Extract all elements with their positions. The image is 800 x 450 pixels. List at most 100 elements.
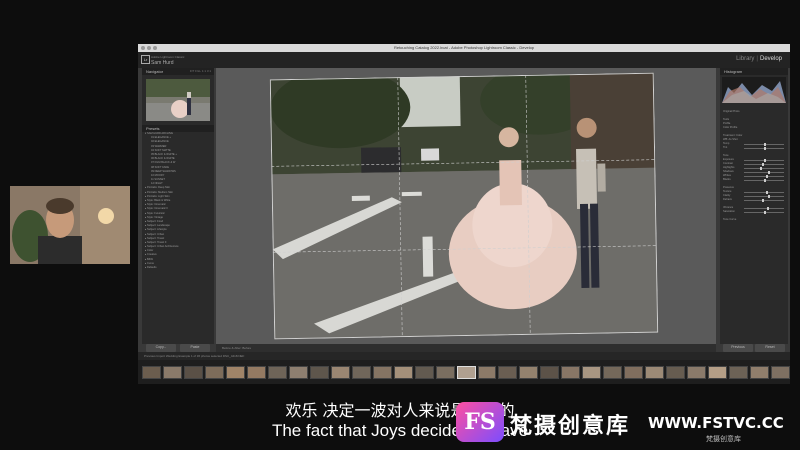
filmstrip-thumbnail[interactable] (603, 365, 623, 379)
presets-label: Presets (146, 126, 160, 131)
preset-group[interactable]: ▸ Defaults (142, 266, 214, 270)
copy-button[interactable]: Copy... (146, 344, 176, 352)
filmstrip-thumbnail[interactable] (456, 365, 476, 379)
panel-row-label: Highlights (723, 166, 735, 169)
panel-row-label: Profile (723, 122, 731, 125)
filmstrip-thumbnail[interactable] (372, 365, 392, 379)
develop-canvas[interactable] (216, 68, 716, 344)
panel-row-label: Texture (723, 190, 732, 193)
adjustment-slider[interactable] (744, 199, 784, 202)
filmstrip-header: Previous Import Wedding Example 1 of 36 … (138, 352, 790, 360)
navigator-label: Navigator (146, 69, 164, 74)
lr-logo-icon: Lr (141, 55, 150, 64)
module-separator: | (756, 56, 758, 62)
left-panel: Navigator FIT FILL 1:1 3:1 Presets ▾ SAM… (142, 68, 214, 344)
navigator-header[interactable]: Navigator FIT FILL 1:1 3:1 (142, 68, 214, 75)
adjustment-slider[interactable] (744, 195, 784, 198)
filmstrip-thumbnail[interactable] (267, 365, 287, 379)
filmstrip-thumbnail[interactable] (750, 365, 770, 379)
before-after-label[interactable]: Before & After: Before (216, 346, 251, 350)
filmstrip-thumbnail[interactable] (351, 365, 371, 379)
adjustment-slider[interactable] (744, 175, 784, 178)
main-photo[interactable] (269, 68, 659, 340)
previous-button[interactable]: Previous (723, 344, 753, 352)
filmstrip-thumbnail[interactable] (708, 365, 728, 379)
adjustment-slider[interactable] (744, 211, 784, 214)
crop-overlay[interactable] (269, 72, 659, 340)
adjustment-slider[interactable] (744, 163, 784, 166)
basic-panel-controls: Original Photo Tools Profile Color Profile T… (720, 110, 788, 222)
filmstrip-thumbnail[interactable] (330, 365, 350, 379)
panel-row-label: Tone (723, 154, 729, 157)
panel-row-label: Original Photo (723, 110, 740, 113)
panel-row-label: Clarity (723, 194, 731, 197)
filmstrip-thumbnail[interactable] (246, 365, 266, 379)
panel-row-label: Shadows (723, 170, 734, 173)
filmstrip-thumbnail[interactable] (666, 365, 686, 379)
paste-button[interactable]: Paste (180, 344, 210, 352)
left-panel-buttons: Copy... Paste (142, 344, 214, 352)
watermark-url: WWW.FSTVC.CC (648, 414, 784, 432)
adjustment-slider[interactable] (744, 147, 784, 150)
panel-row-label: Tint (723, 146, 728, 149)
panel-row-label: Vibrance (723, 206, 734, 209)
filmstrip-thumbnail[interactable] (477, 365, 497, 379)
preset-list: ▾ SAM HURD ARCHIVE 01 ELEGANCE +02 ELEGAN… (142, 132, 214, 270)
adjustment-slider[interactable] (744, 179, 784, 182)
filmstrip-thumbnail[interactable] (729, 365, 749, 379)
filmstrip-thumbnail[interactable] (225, 365, 245, 379)
filmstrip-thumbnail[interactable] (561, 365, 581, 379)
reset-button[interactable]: Reset (755, 344, 785, 352)
identity-small-text: Adobe Lightroom Classic (151, 55, 185, 59)
filmstrip[interactable] (138, 360, 791, 384)
adjustment-slider[interactable] (744, 171, 784, 174)
identity-plate: Lr Adobe Lightroom Classic Sam Hurd Libr… (138, 52, 790, 68)
filmstrip-thumbnail[interactable] (519, 365, 539, 379)
panel-row-label: Blacks (723, 178, 731, 181)
title-bar: Retouching Catalog 2022.lrcat - Adobe Ph… (138, 44, 790, 52)
presets-header[interactable]: Presets (142, 125, 214, 132)
panel-row-label: Color Profile (723, 126, 738, 129)
filmstrip-thumbnail[interactable] (204, 365, 224, 379)
filmstrip-thumbnail[interactable] (540, 365, 560, 379)
adjustment-slider[interactable] (744, 143, 784, 146)
navigator-zoom-options[interactable]: FIT FILL 1:1 3:1 (190, 68, 211, 75)
adjustment-slider[interactable] (744, 207, 784, 210)
panel-row-label: Saturation (723, 210, 735, 213)
filmstrip-thumbnail[interactable] (498, 365, 518, 379)
filmstrip-thumbnail[interactable] (414, 365, 434, 379)
filmstrip-thumbnail[interactable] (142, 365, 161, 379)
filmstrip-thumbnail[interactable] (624, 365, 644, 379)
watermark-small: 梵摄创意库 (706, 436, 741, 443)
lightroom-window: Retouching Catalog 2022.lrcat - Adobe Ph… (138, 44, 791, 384)
panel-row-label: Temp (723, 142, 730, 145)
filmstrip-thumbnail[interactable] (582, 365, 602, 379)
panel-row-label: WB: As Shot (723, 138, 738, 141)
filmstrip-thumbnail[interactable] (687, 365, 707, 379)
module-library[interactable]: Library (736, 56, 754, 62)
module-develop[interactable]: Develop (760, 56, 782, 62)
histogram-header[interactable]: Histogram (720, 68, 788, 75)
panel-row-label: Dehaze (723, 198, 732, 201)
watermark-name: 梵摄创意库 (510, 414, 631, 439)
panel-row[interactable]: Tone Curve (720, 218, 788, 222)
right-panel: Histogram Original Photo Tools Profile Colo… (720, 68, 788, 344)
histogram-graph[interactable] (722, 77, 786, 103)
navigator-preview-image (146, 79, 210, 121)
adjustment-slider[interactable] (744, 159, 784, 162)
right-panel-buttons: Previous Reset (720, 344, 788, 352)
filmstrip-thumbnail[interactable] (435, 365, 455, 379)
filmstrip-thumbnail[interactable] (309, 365, 329, 379)
adjustment-slider[interactable] (744, 167, 784, 170)
filmstrip-source[interactable]: Previous Import Wedding Example 1 of 36 … (138, 354, 244, 358)
panel-row-label: Exposure (723, 158, 734, 161)
filmstrip-thumbnail[interactable] (645, 365, 665, 379)
filmstrip-thumbnail[interactable] (288, 365, 308, 379)
panel-row-label: Treatment: Color (723, 134, 743, 137)
filmstrip-thumbnail[interactable] (393, 365, 413, 379)
filmstrip-thumbnail[interactable] (183, 365, 203, 379)
navigator-preview[interactable] (146, 79, 210, 121)
filmstrip-thumbnail[interactable] (162, 365, 182, 379)
adjustment-slider[interactable] (744, 191, 784, 194)
filmstrip-thumbnail[interactable] (771, 365, 791, 379)
